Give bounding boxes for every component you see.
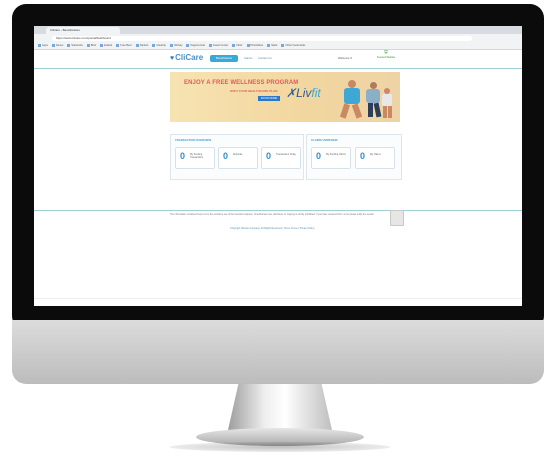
monitor-chin bbox=[12, 320, 544, 384]
user-menu[interactable]: Welcome ▾ bbox=[338, 55, 352, 62]
window-controls bbox=[36, 28, 46, 41]
nav-claims-link[interactable]: Claims bbox=[244, 55, 253, 62]
bookmark-item[interactable]: WeSay bbox=[170, 42, 182, 49]
runners-image bbox=[338, 78, 396, 122]
site-logo[interactable]: ♥CliCare bbox=[170, 53, 203, 62]
livfit-logo: ✗Livfit bbox=[286, 86, 321, 100]
banner-subtitle: WITH YOUR HEALTHCARE PLAN bbox=[230, 89, 278, 93]
nav-beneficiaries-button[interactable]: Beneficiaries bbox=[210, 55, 238, 62]
bookmark-item[interactable]: Flickr bbox=[232, 42, 242, 49]
livfit-logo-prefix: Liv bbox=[296, 86, 312, 100]
card-value: 0 bbox=[223, 151, 229, 161]
secured-badge-label: Secured Website bbox=[376, 55, 396, 59]
bookmark-item[interactable]: PageCentral bbox=[186, 42, 204, 49]
claims-overview-panel: CLAIMS OVERVIEW 0 My Pending Claims 0 My… bbox=[306, 134, 402, 180]
my-claims-card[interactable]: 0 My Claims bbox=[355, 147, 395, 169]
livfit-logo-suffix: fit bbox=[311, 86, 321, 100]
card-label: Transactions Today bbox=[276, 154, 296, 156]
address-bar[interactable]: https://www.clicare.com/portal/dashboard bbox=[52, 35, 472, 41]
monitor-shadow bbox=[170, 442, 390, 452]
card-label: Referrals bbox=[233, 154, 243, 156]
bottom-bar bbox=[34, 298, 522, 306]
browser-toolbar: https://www.clicare.com/portal/dashboard bbox=[34, 34, 522, 42]
bookmark-item[interactable]: Other bookmarks bbox=[281, 42, 305, 49]
card-value: 0 bbox=[180, 151, 186, 161]
card-label: My Pending Claims bbox=[326, 154, 346, 156]
transaction-overview-panel: TRANSACTION OVERVIEW 0 My Pending Transa… bbox=[170, 134, 304, 180]
claims-overview-title: CLAIMS OVERVIEW bbox=[311, 138, 338, 142]
referrals-card[interactable]: 0 Referrals bbox=[218, 147, 258, 169]
site-header: ♥CliCare Beneficiaries Claims Contact Us… bbox=[34, 50, 522, 69]
card-value: 0 bbox=[266, 151, 272, 161]
heart-logo-icon: ♥ bbox=[170, 55, 175, 62]
nav-contact-link[interactable]: Contact Us bbox=[258, 55, 272, 62]
bookmark-item[interactable]: Free Beer bbox=[116, 42, 132, 49]
browser-tab-bar: CliCare - Beneficiaries bbox=[34, 26, 522, 41]
bookmark-item[interactable]: Flipkart bbox=[136, 42, 149, 49]
browser-tab[interactable]: CliCare - Beneficiaries bbox=[46, 27, 120, 34]
secured-badge: ⛨ Secured Website bbox=[372, 51, 400, 64]
footer-copyright[interactable]: Copyright CliCare Company. All Rights Re… bbox=[230, 227, 315, 230]
bookmarks-bar: Apps Nexus Starbucks Brief Eoland Free Beer Fl… bbox=[34, 42, 522, 50]
banner-title: ENJOY A FREE WELLNESS PROGRAM bbox=[184, 80, 299, 86]
bookmark-item[interactable]: Apps bbox=[38, 42, 48, 49]
footer-divider bbox=[34, 210, 522, 211]
bookmark-item[interactable]: Starbucks bbox=[67, 42, 83, 49]
transaction-overview-title: TRANSACTION OVERVIEW bbox=[175, 138, 212, 142]
footer-disclaimer: The information contained herein is for … bbox=[170, 214, 375, 216]
monitor-stand-neck bbox=[228, 384, 332, 430]
certificate-seal-icon[interactable] bbox=[390, 210, 404, 226]
card-label: My Pending Transactions bbox=[190, 154, 204, 159]
transactions-today-card[interactable]: 0 Transactions Today bbox=[261, 147, 301, 169]
card-value: 0 bbox=[360, 151, 366, 161]
bookmark-item[interactable]: Cleartrip bbox=[152, 42, 166, 49]
card-value: 0 bbox=[316, 151, 322, 161]
bookmark-item[interactable]: Eoland bbox=[100, 42, 112, 49]
monitor-screen: CliCare - Beneficiaries https://www.clic… bbox=[34, 26, 522, 306]
wellness-banner[interactable]: ENJOY A FREE WELLNESS PROGRAM WITH YOUR … bbox=[170, 72, 400, 122]
pending-claims-card[interactable]: 0 My Pending Claims bbox=[311, 147, 351, 169]
card-label: My Claims bbox=[370, 154, 381, 156]
know-more-button[interactable]: KNOW MORE bbox=[258, 96, 280, 101]
bookmark-item[interactable]: PhotoSites bbox=[247, 42, 264, 49]
bookmark-item[interactable]: Slack bbox=[267, 42, 277, 49]
bookmark-item[interactable]: Nexus bbox=[52, 42, 63, 49]
pending-transactions-card[interactable]: 0 My Pending Transactions bbox=[175, 147, 215, 169]
bookmark-item[interactable]: Brief bbox=[87, 42, 96, 49]
bookmark-item[interactable]: Guest Center bbox=[209, 42, 228, 49]
